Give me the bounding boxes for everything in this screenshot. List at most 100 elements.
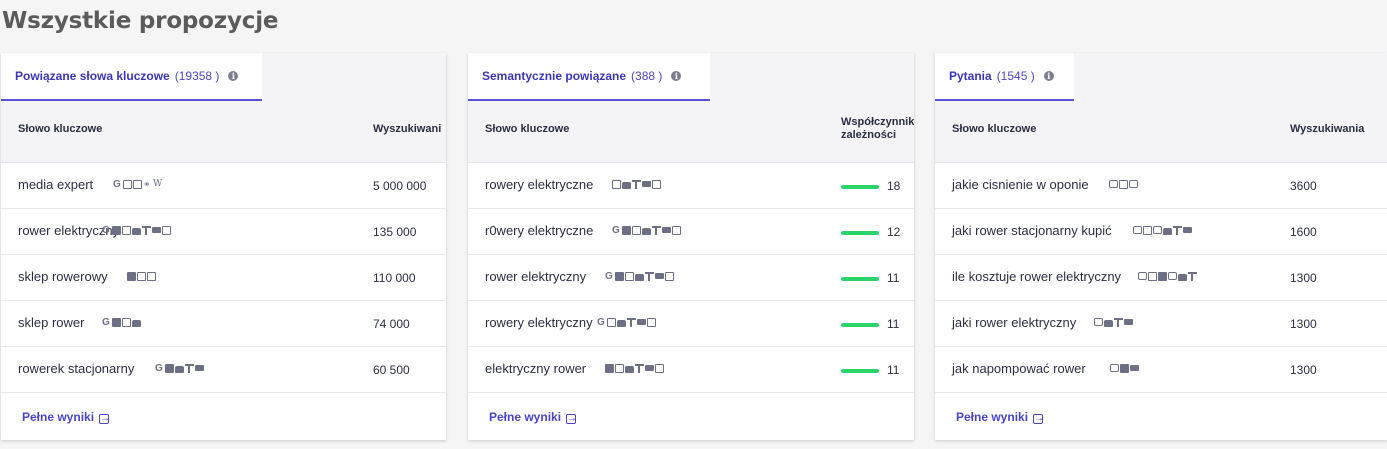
tree-icon (627, 318, 636, 327)
keyword-text[interactable]: media expert (18, 177, 93, 192)
book-icon (672, 226, 681, 235)
table-row[interactable]: ile kosztuje rower elektryczny 1300 (935, 255, 1387, 301)
table-row[interactable]: jak napompować rower 1300 (935, 347, 1387, 393)
tab-label: Pytania (949, 69, 992, 83)
tab-label: Powiązane słowa kluczowe (15, 69, 170, 83)
keyword-text[interactable]: jaki rower elektryczny (952, 315, 1076, 330)
column-header-relevance[interactable]: Współczynnik zależności (841, 116, 914, 142)
tab-bar: Powiązane słowa kluczowe (19358 ) i (1, 53, 446, 101)
tree-icon (185, 364, 194, 373)
map-icon (615, 364, 624, 373)
serp-features (1133, 226, 1192, 235)
table-row[interactable]: jakie cisnienie w oponie 3600 (935, 163, 1387, 209)
column-header-searches[interactable]: Wyszukiwania (1290, 123, 1364, 135)
relevance-bar (841, 323, 879, 327)
table-row[interactable]: rowery elektryczne 18 (468, 163, 914, 209)
table-row[interactable]: r0wery elektryczne G 12 (468, 209, 914, 255)
map-icon (607, 318, 616, 327)
bag-icon (132, 228, 141, 235)
relevance-value: 11 (887, 363, 900, 377)
column-header-keyword[interactable]: Słowo kluczowe (18, 123, 102, 135)
table-row[interactable]: media expert G ⚭ W 5 000 000 (1, 163, 446, 209)
screen-icon (1143, 226, 1152, 235)
table-row[interactable]: jaki rower stacjonarny kupić 1600 (935, 209, 1387, 255)
map-icon (632, 226, 641, 235)
keyword-text[interactable]: rowery elektryczne (485, 177, 593, 192)
tree-icon (635, 364, 644, 373)
google-icon: G (102, 317, 110, 328)
map-icon (122, 318, 131, 327)
keyword-text[interactable]: ile kosztuje rower elektryczny (952, 269, 1121, 284)
table-row[interactable]: elektryczny rower 11 (468, 347, 914, 393)
table-row[interactable]: rower elektryczny G 11 (468, 255, 914, 301)
screen-icon (133, 180, 142, 189)
bag-icon (1178, 274, 1187, 281)
keyword-text[interactable]: rower elektryczny (485, 269, 586, 284)
serp-features (1109, 180, 1138, 189)
info-icon[interactable]: i (1043, 71, 1054, 81)
table-row[interactable]: sklep rower G 74 000 (1, 301, 446, 347)
question-icon (1133, 226, 1142, 234)
serp-features (1110, 364, 1139, 373)
bubble-icon (1153, 226, 1162, 234)
relevance-value: 11 (887, 317, 900, 331)
full-results-link[interactable]: Pełne wyniki → (489, 410, 577, 424)
image-icon (112, 318, 121, 327)
keyword-text[interactable]: elektryczny rower (485, 361, 586, 376)
book-icon (652, 180, 661, 189)
column-header-searches[interactable]: Wyszukiwani (373, 123, 441, 135)
google-icon: G (605, 271, 613, 282)
google-icon: G (102, 225, 110, 236)
tab-questions[interactable]: Pytania (1545 ) i (935, 53, 1074, 101)
map-icon (122, 226, 131, 235)
table-row[interactable]: jaki rower elektryczny 1300 (935, 301, 1387, 347)
serp-features: G (597, 317, 656, 328)
info-icon[interactable]: i (671, 71, 682, 81)
tab-bar: Semantycznie powiązane (388 ) i (468, 53, 914, 101)
full-results-link[interactable]: Pełne wyniki → (22, 410, 110, 424)
column-header-keyword[interactable]: Słowo kluczowe (952, 123, 1036, 135)
keyword-text[interactable]: r0wery elektryczne (485, 223, 593, 238)
info-icon[interactable]: i (228, 71, 239, 81)
search-volume: 60 500 (373, 363, 410, 377)
keyword-text[interactable]: jakie cisnienie w oponie (952, 177, 1089, 192)
full-results-link[interactable]: Pełne wyniki → (956, 410, 1045, 424)
image-icon (615, 272, 624, 281)
serp-features (1094, 318, 1133, 327)
table-row[interactable]: rowery elektryczny G 11 (468, 301, 914, 347)
keyword-text[interactable]: jaki rower stacjonarny kupić (952, 223, 1112, 238)
table-header: Słowo kluczowe Współczynnik zależności (468, 101, 914, 163)
keyword-text[interactable]: jak napompować rower (952, 361, 1086, 376)
keyword-text[interactable]: sklep rowerowy (18, 269, 108, 284)
serp-features (605, 364, 664, 373)
tab-related-keywords[interactable]: Powiązane słowa kluczowe (19358 ) i (1, 53, 262, 101)
tab-semantic-related[interactable]: Semantycznie powiązane (388 ) i (468, 53, 710, 101)
keyword-text[interactable]: sklep rower (18, 315, 84, 330)
map-icon (625, 272, 634, 281)
bag-icon (175, 366, 184, 373)
table-row[interactable]: rower elektryczny G 135 000 (1, 209, 446, 255)
google-icon: G (597, 317, 605, 328)
camera-icon (1124, 319, 1133, 325)
image-icon (112, 226, 121, 235)
image-icon (1120, 364, 1129, 373)
table-row[interactable]: sklep rowerowy 110 000 (1, 255, 446, 301)
keyword-text[interactable]: rowery elektryczny (485, 315, 593, 330)
bag-icon (642, 228, 651, 235)
relevance-value: 12 (887, 225, 901, 239)
relevance-bar (841, 369, 879, 373)
bubble-icon (1168, 272, 1177, 280)
serp-features: G (102, 317, 141, 328)
relevance-value: 18 (887, 179, 901, 193)
image-icon (605, 364, 614, 373)
keyword-text[interactable]: rowerek stacjonarny (18, 361, 134, 376)
column-header-keyword[interactable]: Słowo kluczowe (485, 123, 569, 135)
camera-icon (152, 227, 161, 233)
search-volume: 5 000 000 (373, 179, 427, 193)
bag-icon (617, 320, 626, 327)
open-icon: → (1033, 413, 1045, 424)
search-volume: 74 000 (373, 317, 410, 331)
table-row[interactable]: rowerek stacjonarny G 60 500 (1, 347, 446, 393)
full-results-label: Pełne wyniki (489, 410, 562, 424)
relevance-bar (841, 185, 879, 189)
